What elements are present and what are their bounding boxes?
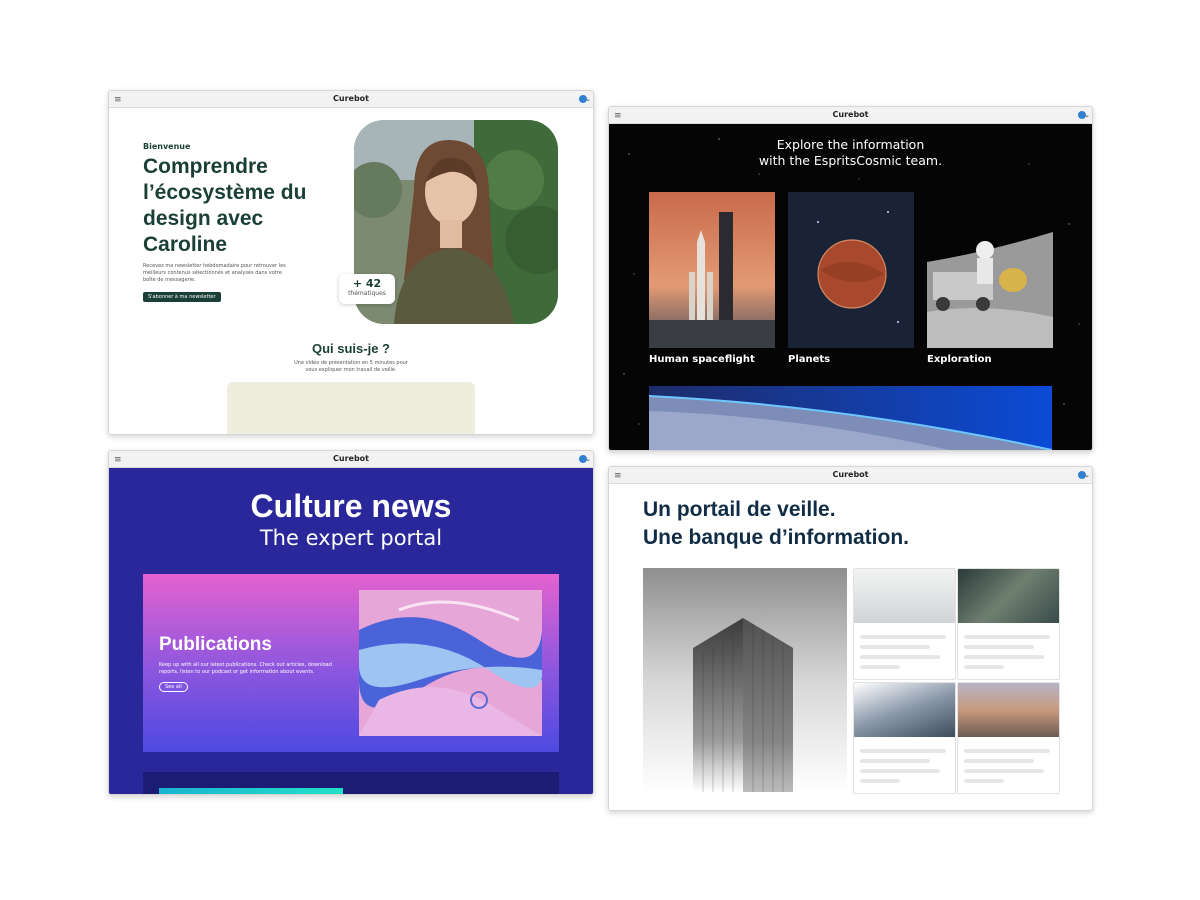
window-titlebar: ≡ Curebot ⌄ <box>609 467 1092 484</box>
subscribe-button[interactable]: S'abonner à ma newsletter <box>143 292 221 302</box>
window-title: Curebot <box>832 470 869 479</box>
window-title: Curebot <box>333 94 369 103</box>
card-label-human-spaceflight: Human spaceflight <box>649 354 755 365</box>
window-titlebar: ≡ Curebot ⌄ <box>609 107 1092 124</box>
section-title: Qui suis-je ? <box>311 341 390 356</box>
publications-description: Keep up with all our latest publications… <box>159 662 332 675</box>
card-exploration[interactable] <box>927 192 1053 348</box>
article-card[interactable] <box>957 568 1060 680</box>
skyscraper-image <box>643 568 847 792</box>
chevron-down-icon[interactable]: ⌄ <box>1084 467 1090 483</box>
chevron-down-icon[interactable]: ⌄ <box>1084 107 1090 123</box>
publications-panel: Publications Keep up with all our latest… <box>143 574 559 752</box>
marble-artwork-image <box>359 590 542 736</box>
page-content: Explore the information with the Esprits… <box>609 124 1092 450</box>
newsletter-description: Recevez ma newsletter hebdomadaire pour … <box>143 263 286 283</box>
article-thumbnail <box>958 683 1059 737</box>
topics-count: + 42 <box>352 277 382 290</box>
topics-label: thématiques <box>348 290 386 297</box>
section-subtitle: Une vidéo de présentation en 5 minutes p… <box>294 360 408 373</box>
page-title: Culture news <box>250 488 452 524</box>
next-section-image <box>159 788 343 794</box>
browser-window-space: ≡ Curebot ⌄ Explore the information with… <box>608 106 1093 451</box>
page-content: Un portail de veille. Une banque d’infor… <box>609 484 1092 810</box>
page-heading: Explore the information with the Esprits… <box>609 137 1092 169</box>
welcome-label: Bienvenue <box>143 142 191 151</box>
heading-line-1: Un portail de veille. <box>643 498 836 521</box>
chevron-down-icon[interactable]: ⌄ <box>585 451 591 467</box>
browser-window-culture-news: ≡ Curebot ⌄ Culture news The expert port… <box>108 450 594 795</box>
page-title: Un portail de veille. Une banque d’infor… <box>643 496 909 552</box>
publications-title: Publications <box>159 634 272 655</box>
page-subtitle: The expert portal <box>259 526 443 550</box>
see-all-button[interactable]: See all <box>159 682 188 692</box>
chevron-down-icon[interactable]: ⌄ <box>585 91 591 107</box>
window-title: Curebot <box>333 454 369 463</box>
window-title: Curebot <box>832 110 869 119</box>
page-title: Comprendre l’écosystème du design avec C… <box>143 155 307 256</box>
heading-line-2: Une banque d’information. <box>643 526 909 549</box>
article-card[interactable] <box>853 682 956 794</box>
card-planets[interactable] <box>788 192 914 348</box>
article-thumbnail <box>854 569 955 623</box>
earth-banner-image <box>649 386 1052 450</box>
window-titlebar: ≡ Curebot ⌄ <box>109 451 593 468</box>
topics-stat-badge: + 42 thématiques <box>339 274 395 304</box>
video-placeholder[interactable] <box>227 382 475 434</box>
article-thumbnail <box>854 683 955 737</box>
article-thumbnail <box>958 569 1059 623</box>
window-titlebar: ≡ Curebot ⌄ <box>109 91 593 108</box>
card-label-exploration: Exploration <box>927 354 992 365</box>
page-content: Bienvenue Comprendre l’écosystème du des… <box>109 108 593 434</box>
heading-line-1: Explore the information <box>776 137 925 152</box>
card-label-planets: Planets <box>788 354 831 365</box>
card-human-spaceflight[interactable] <box>649 192 775 348</box>
browser-window-portal: ≡ Curebot ⌄ Un portail de veille. Une ba… <box>608 466 1093 811</box>
article-card[interactable] <box>853 568 956 680</box>
page-content: Culture news The expert portal Publicati… <box>109 468 593 794</box>
article-card[interactable] <box>957 682 1060 794</box>
next-section <box>143 772 559 794</box>
browser-window-newsletter: ≡ Curebot ⌄ Bienvenue Comprendre l’écosy… <box>108 90 594 435</box>
heading-line-2: with the EspritsCosmic team. <box>758 153 943 168</box>
